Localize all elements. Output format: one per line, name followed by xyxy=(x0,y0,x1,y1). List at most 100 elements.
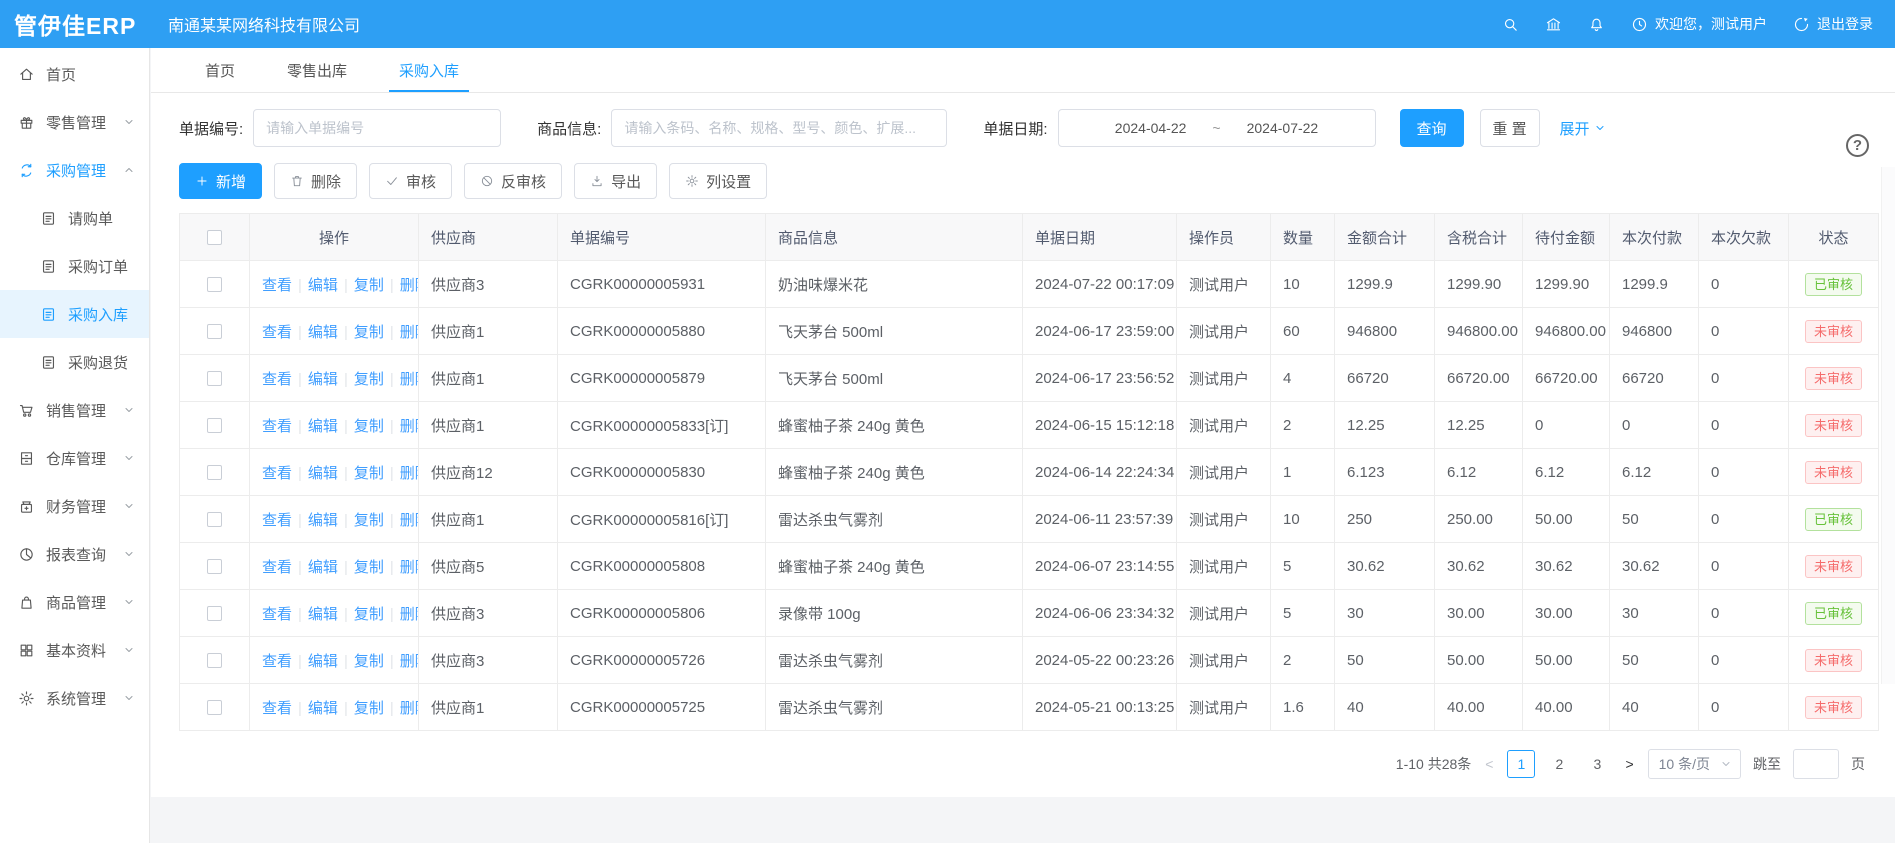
row-checkbox[interactable] xyxy=(207,512,222,527)
action-view-link[interactable]: 查看 xyxy=(262,700,292,717)
action-delete-link[interactable]: 删除 xyxy=(400,277,419,294)
action-view-link[interactable]: 查看 xyxy=(262,371,292,388)
help-icon[interactable]: ? xyxy=(1846,134,1869,157)
action-delete-link[interactable]: 删除 xyxy=(400,653,419,670)
action-view-link[interactable]: 查看 xyxy=(262,465,292,482)
action-edit-link[interactable]: 编辑 xyxy=(308,700,338,717)
action-view-link[interactable]: 查看 xyxy=(262,606,292,623)
action-delete-link[interactable]: 删除 xyxy=(400,559,419,576)
tab-retail-outbound[interactable]: 零售出库 xyxy=(261,48,373,92)
page-number-1[interactable]: 1 xyxy=(1507,750,1535,778)
sidebar-item-purchase-request[interactable]: 请购单 xyxy=(0,194,149,242)
action-edit-link[interactable]: 编辑 xyxy=(308,277,338,294)
action-copy-link[interactable]: 复制 xyxy=(354,700,384,717)
sidebar-item-home[interactable]: 首页 xyxy=(0,50,149,98)
export-button[interactable]: 导出 xyxy=(574,163,657,199)
sidebar-item-purchase-return[interactable]: 采购退货 xyxy=(0,338,149,386)
action-view-link[interactable]: 查看 xyxy=(262,418,292,435)
row-checkbox[interactable] xyxy=(207,465,222,480)
action-edit-link[interactable]: 编辑 xyxy=(308,371,338,388)
audit-button[interactable]: 审核 xyxy=(369,163,452,199)
amount-cell: 40 xyxy=(1335,684,1435,731)
action-edit-link[interactable]: 编辑 xyxy=(308,465,338,482)
action-view-link[interactable]: 查看 xyxy=(262,653,292,670)
action-delete-link[interactable]: 删除 xyxy=(400,606,419,623)
action-edit-link[interactable]: 编辑 xyxy=(308,606,338,623)
sidebar-item-sales-mgmt[interactable]: 销售管理 xyxy=(0,386,149,434)
action-view-link[interactable]: 查看 xyxy=(262,324,292,341)
tab-purchase-inbound[interactable]: 采购入库 xyxy=(373,48,485,92)
row-checkbox[interactable] xyxy=(207,700,222,715)
sidebar-item-label: 销售管理 xyxy=(46,400,112,421)
sidebar-item-system-mgmt[interactable]: 系统管理 xyxy=(0,674,149,722)
next-page-button[interactable]: > xyxy=(1623,756,1635,772)
row-checkbox[interactable] xyxy=(207,371,222,386)
row-checkbox[interactable] xyxy=(207,653,222,668)
logout-button[interactable]: 退出登录 xyxy=(1793,14,1873,34)
action-delete-link[interactable]: 删除 xyxy=(400,418,419,435)
action-copy-link[interactable]: 复制 xyxy=(354,277,384,294)
column-settings-button[interactable]: 列设置 xyxy=(669,163,767,199)
add-button[interactable]: 新增 xyxy=(179,163,262,199)
page-number-2[interactable]: 2 xyxy=(1545,750,1573,778)
table-scrollbar-track[interactable] xyxy=(1881,167,1895,684)
delete-button[interactable]: 删除 xyxy=(274,163,357,199)
page-size-select[interactable]: 10 条/页 xyxy=(1648,749,1741,779)
action-copy-link[interactable]: 复制 xyxy=(354,465,384,482)
product-info-input[interactable] xyxy=(611,109,947,147)
sidebar-item-purchase-order[interactable]: 采购订单 xyxy=(0,242,149,290)
action-edit-link[interactable]: 编辑 xyxy=(308,559,338,576)
action-edit-link[interactable]: 编辑 xyxy=(308,418,338,435)
action-delete-link[interactable]: 删除 xyxy=(400,371,419,388)
expand-link[interactable]: 展开 xyxy=(1560,118,1606,139)
action-view-link[interactable]: 查看 xyxy=(262,512,292,529)
action-delete-link[interactable]: 删除 xyxy=(400,465,419,482)
action-copy-link[interactable]: 复制 xyxy=(354,606,384,623)
action-delete-link[interactable]: 删除 xyxy=(400,324,419,341)
action-edit-link[interactable]: 编辑 xyxy=(308,653,338,670)
search-icon[interactable] xyxy=(1502,16,1519,33)
query-button[interactable]: 查询 xyxy=(1400,109,1464,147)
row-checkbox[interactable] xyxy=(207,559,222,574)
sidebar-item-purchase-mgmt[interactable]: 采购管理 xyxy=(0,146,149,194)
date-range-picker[interactable]: 2024-04-22 ~ 2024-07-22 xyxy=(1058,109,1376,147)
sidebar-item-purchase-inbound[interactable]: 采购入库 xyxy=(0,290,149,338)
action-copy-link[interactable]: 复制 xyxy=(354,324,384,341)
status-badge: 未审核 xyxy=(1805,367,1862,390)
action-copy-link[interactable]: 复制 xyxy=(354,653,384,670)
bell-icon[interactable] xyxy=(1588,16,1605,33)
row-checkbox[interactable] xyxy=(207,324,222,339)
welcome-user[interactable]: 欢迎您，测试用户 xyxy=(1631,14,1767,34)
tab-home[interactable]: 首页 xyxy=(179,48,261,92)
sidebar-item-finance-mgmt[interactable]: 财务管理 xyxy=(0,482,149,530)
bank-icon[interactable] xyxy=(1545,16,1562,33)
action-copy-link[interactable]: 复制 xyxy=(354,418,384,435)
cell xyxy=(180,590,250,637)
reset-button[interactable]: 重 置 xyxy=(1480,109,1540,147)
action-copy-link[interactable]: 复制 xyxy=(354,512,384,529)
action-view-link[interactable]: 查看 xyxy=(262,277,292,294)
payable-cell: 50.00 xyxy=(1523,637,1610,684)
sidebar-item-goods-mgmt[interactable]: 商品管理 xyxy=(0,578,149,626)
action-copy-link[interactable]: 复制 xyxy=(354,371,384,388)
order-no-input[interactable] xyxy=(253,109,501,147)
action-edit-link[interactable]: 编辑 xyxy=(308,512,338,529)
page-number-3[interactable]: 3 xyxy=(1583,750,1611,778)
sidebar-item-report-query[interactable]: 报表查询 xyxy=(0,530,149,578)
row-checkbox[interactable] xyxy=(207,277,222,292)
sidebar-item-basic-data[interactable]: 基本资料 xyxy=(0,626,149,674)
action-copy-link[interactable]: 复制 xyxy=(354,559,384,576)
jump-page-input[interactable] xyxy=(1793,749,1839,779)
prev-page-button[interactable]: < xyxy=(1483,756,1495,772)
sidebar-item-warehouse-mgmt[interactable]: 仓库管理 xyxy=(0,434,149,482)
select-all-checkbox[interactable] xyxy=(207,230,222,245)
sidebar-item-retail-mgmt[interactable]: 零售管理 xyxy=(0,98,149,146)
unaudit-button[interactable]: 反审核 xyxy=(464,163,562,199)
action-delete-link[interactable]: 删除 xyxy=(400,700,419,717)
action-edit-link[interactable]: 编辑 xyxy=(308,324,338,341)
action-delete-link[interactable]: 删除 xyxy=(400,512,419,529)
row-checkbox[interactable] xyxy=(207,418,222,433)
action-view-link[interactable]: 查看 xyxy=(262,559,292,576)
clock-icon xyxy=(1631,16,1648,33)
row-checkbox[interactable] xyxy=(207,606,222,621)
